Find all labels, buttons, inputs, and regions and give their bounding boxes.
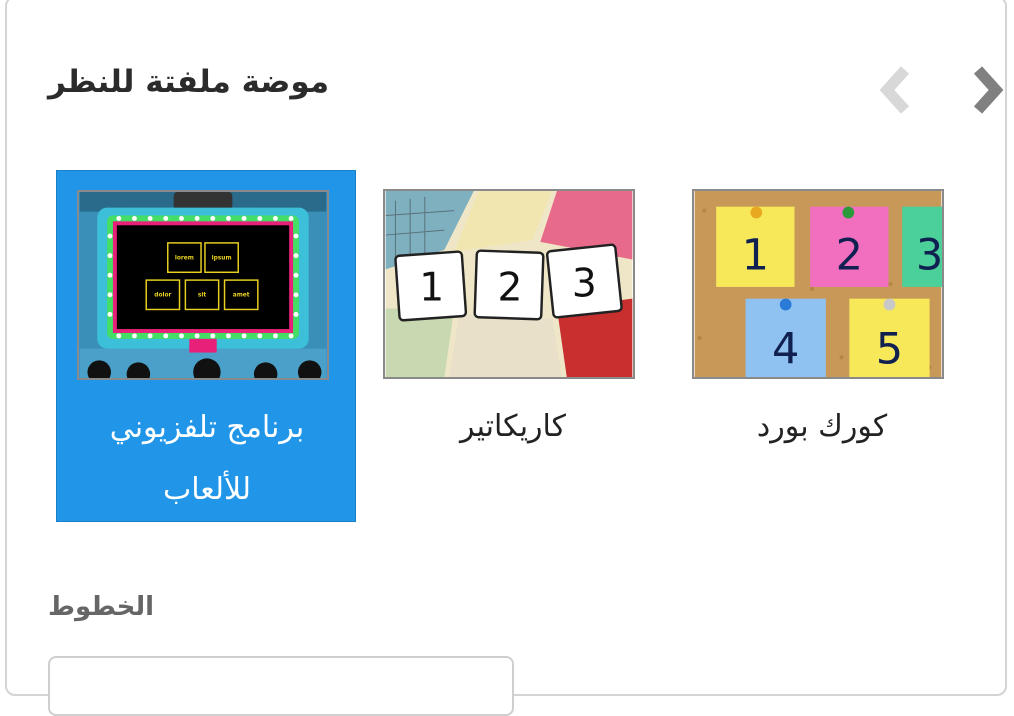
svg-text:lorem: lorem — [175, 256, 194, 262]
theme-label: كاريكاتير — [460, 409, 566, 444]
theme-card-comic[interactable]: 1 2 3 كاريكاتير — [363, 170, 663, 522]
svg-text:sit: sit — [198, 293, 206, 299]
corkboard-thumbnail: 1 2 3 4 5 — [692, 189, 944, 379]
svg-text:1: 1 — [742, 230, 769, 280]
game-show-thumbnail: lorem ipsum dolor sit amet — [77, 190, 329, 380]
next-button[interactable] — [966, 64, 1006, 116]
svg-text:3: 3 — [572, 262, 597, 307]
theme-label: برنامج تلفزيوني للألعاب — [109, 410, 305, 507]
fonts-heading: الخطوط — [48, 592, 155, 622]
theme-card-corkboard[interactable]: 1 2 3 4 5 كورك بورد — [672, 170, 972, 522]
svg-text:2: 2 — [498, 266, 523, 311]
comic-thumbnail: 1 2 3 — [383, 189, 635, 379]
previous-button[interactable] — [877, 64, 917, 116]
svg-text:dolor: dolor — [154, 293, 171, 299]
svg-text:5: 5 — [876, 324, 903, 374]
svg-text:ipsum: ipsum — [212, 256, 232, 262]
chevron-left-icon — [879, 66, 910, 114]
svg-text:amet: amet — [233, 293, 250, 299]
svg-text:2: 2 — [836, 230, 863, 280]
theme-label: كورك بورد — [756, 409, 888, 444]
theme-card-game-show[interactable]: lorem ipsum dolor sit amet برنامج تلفزيو… — [56, 170, 356, 522]
chevron-right-icon — [973, 66, 1004, 114]
section-title: موضة ملفتة للنظر — [48, 64, 330, 100]
svg-text:3: 3 — [916, 230, 942, 280]
font-select[interactable] — [48, 656, 514, 716]
svg-text:4: 4 — [772, 324, 799, 374]
svg-text:1: 1 — [419, 266, 444, 311]
